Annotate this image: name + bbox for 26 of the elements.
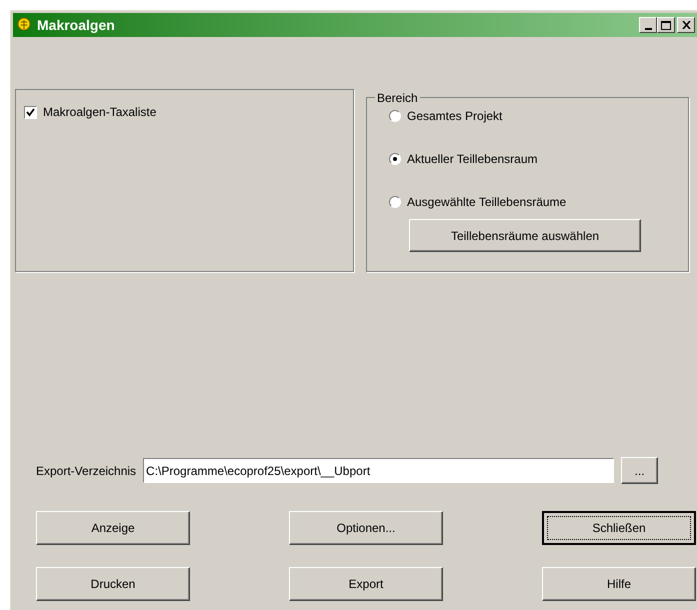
minimize-button[interactable] (639, 17, 657, 33)
dialog-button[interactable]: Drucken (36, 567, 190, 601)
app-icon (16, 17, 32, 33)
dialog-button[interactable]: Schließen (542, 511, 696, 545)
dialog-button[interactable]: Hilfe (542, 567, 696, 601)
radio-label: Ausgewählte Teillebensräume (407, 194, 566, 211)
radio-label: Aktueller Teillebensraum (407, 151, 538, 168)
dialog-button[interactable]: Export (289, 567, 443, 601)
close-icon (682, 21, 690, 29)
radio-button[interactable] (389, 110, 401, 122)
minimize-icon (644, 28, 652, 30)
maximize-icon (661, 20, 671, 30)
checkbox[interactable] (24, 106, 37, 118)
radio-button[interactable] (389, 153, 401, 165)
radio-label: Gesamtes Projekt (407, 108, 502, 125)
checkbox-label: Makroalgen-Taxaliste (43, 104, 156, 121)
export-label: Export-Verzeichnis (36, 462, 136, 480)
select-habitats-button[interactable]: Teillebensräume auswählen (409, 219, 641, 252)
window-title: Makroalgen (37, 16, 115, 35)
browse-button[interactable]: ... (621, 457, 658, 484)
dialog-button[interactable]: Optionen... (289, 511, 443, 545)
export-path-field[interactable]: C:\Programme\ecoprof25\export\__Ubport (143, 458, 614, 483)
dialog-button[interactable]: Anzeige (36, 511, 190, 545)
maximize-button[interactable] (657, 17, 675, 33)
close-button[interactable] (677, 17, 695, 33)
radio-button[interactable] (389, 196, 401, 208)
